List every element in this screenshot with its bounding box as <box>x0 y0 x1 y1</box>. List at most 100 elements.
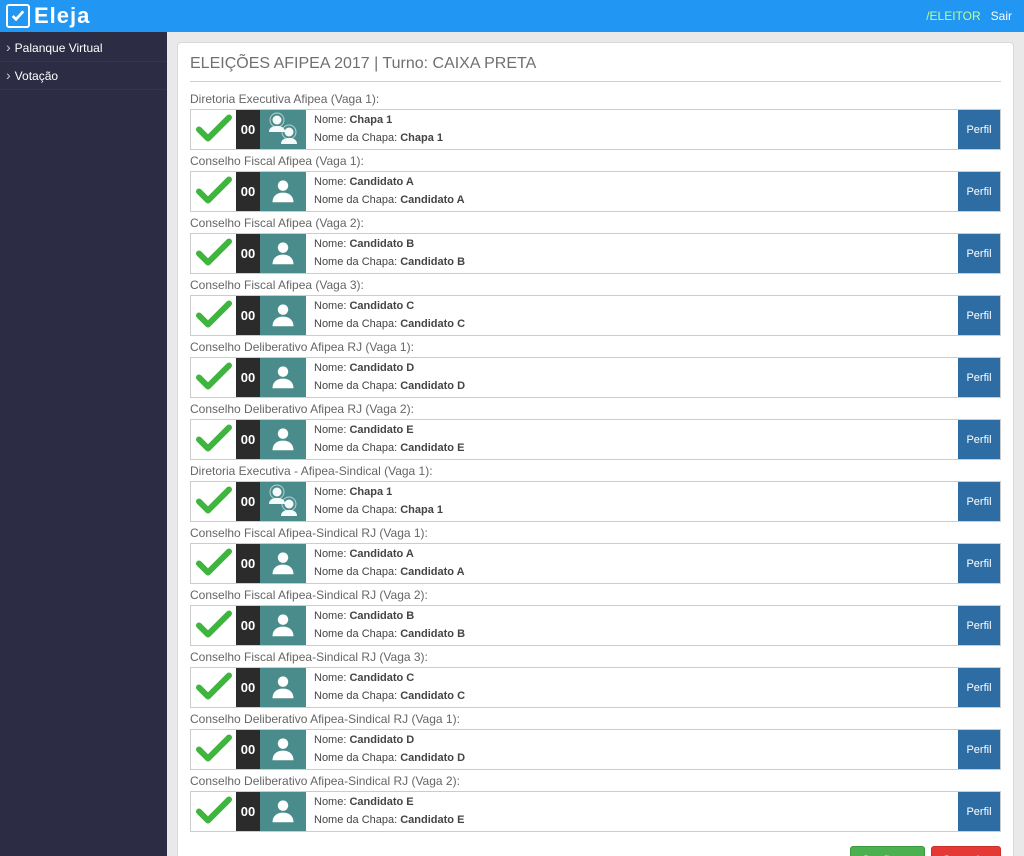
eleitor-link[interactable]: /ELEITOR <box>926 9 980 23</box>
nome-label: Nome: <box>314 548 346 560</box>
check-icon <box>196 300 232 331</box>
info-cell: Nome: Candidato E Nome da Chapa: Candida… <box>306 420 958 459</box>
perfil-button[interactable]: Perfil <box>958 110 1000 149</box>
number-cell: 00 <box>236 482 260 521</box>
section-label: Diretoria Executiva - Afipea-Sindical (V… <box>190 462 1001 481</box>
perfil-button[interactable]: Perfil <box>958 730 1000 769</box>
check-cell <box>191 172 236 211</box>
nome-chapa-label: Nome da Chapa: <box>314 256 397 268</box>
vote-card: 00 Nome: Candidato D Nome da Chapa: Cand… <box>190 357 1001 398</box>
check-cell <box>191 482 236 521</box>
vote-card: 00 Nome: Candidato C Nome da Chapa: Cand… <box>190 667 1001 708</box>
avatar-cell <box>260 730 306 769</box>
section-label: Conselho Fiscal Afipea-Sindical RJ (Vaga… <box>190 524 1001 543</box>
check-icon <box>196 114 232 145</box>
number-cell: 00 <box>236 792 260 831</box>
chevron-right-icon <box>6 68 11 83</box>
check-cell <box>191 296 236 335</box>
number-cell: 00 <box>236 296 260 335</box>
nome-label: Nome: <box>314 610 346 622</box>
nome-chapa-label: Nome da Chapa: <box>314 814 397 826</box>
nome-chapa-value: Candidato E <box>400 442 464 454</box>
content-area: ELEIÇÕES AFIPEA 2017 | Turno: CAIXA PRET… <box>167 32 1024 856</box>
vote-card: 00 Nome: Candidato A Nome da Chapa: Cand… <box>190 543 1001 584</box>
section-label: Conselho Fiscal Afipea-Sindical RJ (Vaga… <box>190 586 1001 605</box>
vote-card: 00 Nome: Candidato D Nome da Chapa: Cand… <box>190 729 1001 770</box>
section-label: Conselho Fiscal Afipea (Vaga 1): <box>190 152 1001 171</box>
nome-value: Candidato E <box>349 796 413 808</box>
check-cell <box>191 420 236 459</box>
vote-card: 00 Nome: Candidato E Nome da Chapa: Cand… <box>190 419 1001 460</box>
check-cell <box>191 730 236 769</box>
vote-card: 00 Nome: Candidato E Nome da Chapa: Cand… <box>190 791 1001 832</box>
person-avatar-icon <box>269 300 297 331</box>
info-cell: Nome: Candidato A Nome da Chapa: Candida… <box>306 172 958 211</box>
check-cell <box>191 110 236 149</box>
perfil-button[interactable]: Perfil <box>958 544 1000 583</box>
cancelar-button[interactable]: Cancelar <box>931 846 1001 856</box>
section-label: Conselho Deliberativo Afipea RJ (Vaga 1)… <box>190 338 1001 357</box>
nome-chapa-value: Chapa 1 <box>400 504 443 516</box>
nome-label: Nome: <box>314 114 346 126</box>
person-avatar-icon <box>269 548 297 579</box>
info-cell: Nome: Candidato C Nome da Chapa: Candida… <box>306 668 958 707</box>
nome-label: Nome: <box>314 238 346 250</box>
person-avatar-icon <box>269 796 297 827</box>
perfil-button[interactable]: Perfil <box>958 482 1000 521</box>
nome-chapa-value: Candidato D <box>400 752 465 764</box>
info-cell: Nome: Candidato C Nome da Chapa: Candida… <box>306 296 958 335</box>
nome-chapa-label: Nome da Chapa: <box>314 194 397 206</box>
perfil-button[interactable]: Perfil <box>958 234 1000 273</box>
confirmar-button[interactable]: Confirmar <box>850 846 925 856</box>
nome-value: Candidato C <box>349 300 414 312</box>
section-label: Conselho Fiscal Afipea (Vaga 2): <box>190 214 1001 233</box>
nome-chapa-label: Nome da Chapa: <box>314 752 397 764</box>
number-cell: 00 <box>236 668 260 707</box>
group-avatar-icon <box>263 482 303 521</box>
check-icon <box>196 796 232 827</box>
info-cell: Nome: Candidato B Nome da Chapa: Candida… <box>306 606 958 645</box>
vote-card: 00 Nome: Candidato B Nome da Chapa: Cand… <box>190 233 1001 274</box>
nome-chapa-label: Nome da Chapa: <box>314 566 397 578</box>
perfil-button[interactable]: Perfil <box>958 792 1000 831</box>
number-cell: 00 <box>236 172 260 211</box>
section-label: Conselho Deliberativo Afipea-Sindical RJ… <box>190 710 1001 729</box>
perfil-button[interactable]: Perfil <box>958 172 1000 211</box>
sair-link[interactable]: Sair <box>991 9 1012 23</box>
nome-label: Nome: <box>314 796 346 808</box>
check-cell <box>191 606 236 645</box>
nome-value: Chapa 1 <box>349 114 392 126</box>
number-cell: 00 <box>236 358 260 397</box>
nome-label: Nome: <box>314 672 346 684</box>
avatar-cell <box>260 668 306 707</box>
nome-label: Nome: <box>314 362 346 374</box>
nome-chapa-value: Chapa 1 <box>400 132 443 144</box>
perfil-button[interactable]: Perfil <box>958 420 1000 459</box>
avatar-cell <box>260 296 306 335</box>
nome-value: Candidato A <box>349 548 413 560</box>
sidebar-item-votacao[interactable]: Votação <box>0 62 167 90</box>
nome-chapa-label: Nome da Chapa: <box>314 504 397 516</box>
perfil-button[interactable]: Perfil <box>958 668 1000 707</box>
number-cell: 00 <box>236 420 260 459</box>
avatar-cell <box>260 544 306 583</box>
person-avatar-icon <box>269 362 297 393</box>
perfil-button[interactable]: Perfil <box>958 358 1000 397</box>
nome-chapa-value: Candidato A <box>400 566 464 578</box>
nome-value: Candidato B <box>349 610 414 622</box>
nome-chapa-value: Candidato C <box>400 690 465 702</box>
nome-value: Chapa 1 <box>349 486 392 498</box>
perfil-button[interactable]: Perfil <box>958 606 1000 645</box>
check-icon <box>196 610 232 641</box>
page-title: ELEIÇÕES AFIPEA 2017 | Turno: CAIXA PRET… <box>190 51 1001 81</box>
perfil-button[interactable]: Perfil <box>958 296 1000 335</box>
info-cell: Nome: Candidato A Nome da Chapa: Candida… <box>306 544 958 583</box>
vote-card: 00 Nome: Chapa 1 Nome da Chapa: Chapa 1 … <box>190 109 1001 150</box>
person-avatar-icon <box>269 734 297 765</box>
sidebar-item-palanque-virtual[interactable]: Palanque Virtual <box>0 34 167 62</box>
nome-label: Nome: <box>314 734 346 746</box>
info-cell: Nome: Candidato D Nome da Chapa: Candida… <box>306 358 958 397</box>
section-label: Diretoria Executiva Afipea (Vaga 1): <box>190 90 1001 109</box>
chevron-right-icon <box>6 40 11 55</box>
topbar: Eleja /ELEITOR Sair <box>0 0 1024 32</box>
